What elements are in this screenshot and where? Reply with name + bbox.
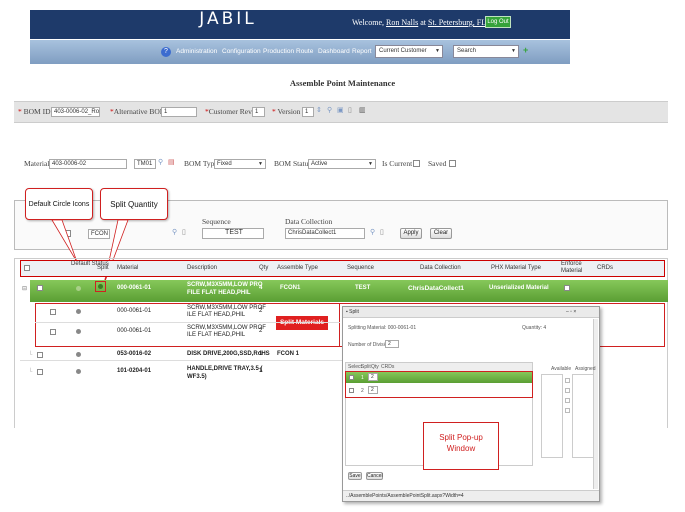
minimize-icon[interactable]: – <box>566 309 569 315</box>
cell-material: 000-0061-01 <box>117 328 152 334</box>
popup-status-bar: ../AssemblePoints/AssemblePointSplit.asp… <box>343 490 599 501</box>
cell-qty: 2 <box>259 308 263 314</box>
cell-qty: 2 <box>259 328 263 334</box>
split-rows-highlight <box>345 371 533 398</box>
cell-qty: 1 <box>259 351 263 357</box>
default-status-circle-icon <box>76 329 81 334</box>
enforce-material-checkbox[interactable] <box>564 285 570 291</box>
col-default-status[interactable]: Default Status <box>71 261 109 268</box>
cell-description: HANDLE,DRIVE TRAY,3.5 ( <box>187 366 263 372</box>
row-divider <box>35 322 340 323</box>
default-status-circle-icon <box>76 352 81 357</box>
cell-description-2: ILE FLAT HEAD,PHIL <box>187 312 246 318</box>
col-split[interactable]: Split <box>97 265 109 272</box>
cell-material: 101-0204-01 <box>117 368 152 374</box>
callout-split-popup-line2: Window <box>446 444 476 453</box>
collapse-icon[interactable]: ⊟ <box>22 286 27 293</box>
row-checkbox[interactable] <box>50 309 56 315</box>
cell-material: 053-0016-02 <box>117 351 152 357</box>
move-all-left-button[interactable] <box>565 408 570 413</box>
row-checkbox[interactable] <box>37 369 43 375</box>
cell-qty: 1 <box>259 368 263 374</box>
popup-title: ▪ Split <box>346 309 359 315</box>
close-icon[interactable]: × <box>573 309 576 315</box>
divisions-select[interactable]: 2 <box>385 340 399 348</box>
col-qty: Qty <box>371 364 379 370</box>
save-button[interactable]: Save <box>348 472 362 480</box>
split-circle-icon[interactable] <box>98 284 103 289</box>
popup-title-bar <box>343 307 599 318</box>
cell-description-2: FILE FLAT HEAD,PHIL <box>187 290 251 296</box>
cell-assemble-type: FCON 1 <box>277 351 300 357</box>
page: JABIL Welcome, Ron Nalls at St. Petersbu… <box>0 0 685 512</box>
row-divider <box>20 360 342 361</box>
cell-description: SCRW,M3X5MM,LOW PROF <box>187 305 266 311</box>
callout-split-materials: Split Materials <box>276 316 328 330</box>
row-checkbox[interactable] <box>37 352 43 358</box>
cell-description: DISK DRIVE,200G,SSD,RoHS <box>187 351 270 357</box>
default-status-circle-icon <box>76 286 81 291</box>
cell-description-2: ILE FLAT HEAD,PHIL <box>187 332 246 338</box>
quantity-label: Quantity: 4 <box>522 325 547 331</box>
move-left-button[interactable] <box>565 398 570 403</box>
cell-description-2: WF3.5) <box>187 374 207 380</box>
cell-material: 000-0061-01 <box>117 308 152 314</box>
assigned-label: Assigned <box>575 366 596 372</box>
col-enforce-material[interactable]: Enforce Material <box>561 261 583 275</box>
col-material[interactable]: Material <box>117 265 138 272</box>
cancel-button[interactable]: Cancel <box>366 472 383 480</box>
cell-assemble-type: FCON1 <box>280 285 301 291</box>
cell-qty: 4 <box>259 285 263 291</box>
assigned-list[interactable] <box>572 374 594 458</box>
col-sequence[interactable]: Sequence <box>347 265 374 272</box>
col-data-collection[interactable]: Data Collection <box>420 265 461 272</box>
available-label: Available <box>551 366 572 372</box>
move-right-button[interactable] <box>565 378 570 383</box>
pointer-default-icons <box>51 219 78 263</box>
col-phx-material-type[interactable]: PHX Material Type <box>491 265 541 272</box>
available-list[interactable] <box>541 374 563 458</box>
cell-sequence: TEST <box>355 285 371 291</box>
cell-description: SCRW,M3X5MM,LOW PRO <box>187 282 263 288</box>
window-controls[interactable]: – ▫ × <box>566 309 576 315</box>
tree-line: └ <box>28 369 33 375</box>
default-status-circle-icon <box>76 369 81 374</box>
col-crds[interactable]: CRDs <box>597 265 613 272</box>
move-all-right-button[interactable] <box>565 388 570 393</box>
cell-data-collection: ChrisDataCollect1 <box>408 285 464 292</box>
row-checkbox[interactable] <box>50 329 56 335</box>
cell-description: SCRW,M3X5MM,LOW PROF <box>187 325 266 331</box>
select-all-checkbox[interactable] <box>24 265 30 271</box>
col-select: Select <box>348 364 362 370</box>
col-assemble-type[interactable]: Assemble Type <box>277 265 318 272</box>
col-crds: CRDs <box>381 364 395 370</box>
cell-phx-material-type: Unserialized Material <box>489 285 549 291</box>
row-checkbox[interactable] <box>37 285 43 291</box>
callout-split-popup-line1: Split Pop-up <box>439 433 483 442</box>
tree-line: └ <box>28 352 33 358</box>
maximize-icon[interactable]: ▫ <box>570 309 572 315</box>
col-split: Split <box>361 364 371 370</box>
split-icon: ▪ <box>346 309 348 315</box>
default-status-circle-icon <box>76 309 81 314</box>
col-qty[interactable]: Qty <box>259 265 268 272</box>
cell-material: 000-0061-01 <box>117 285 152 291</box>
col-description[interactable]: Description <box>187 265 217 272</box>
splitting-material-label: Splitting Material: 000-0061-01 <box>348 325 417 331</box>
